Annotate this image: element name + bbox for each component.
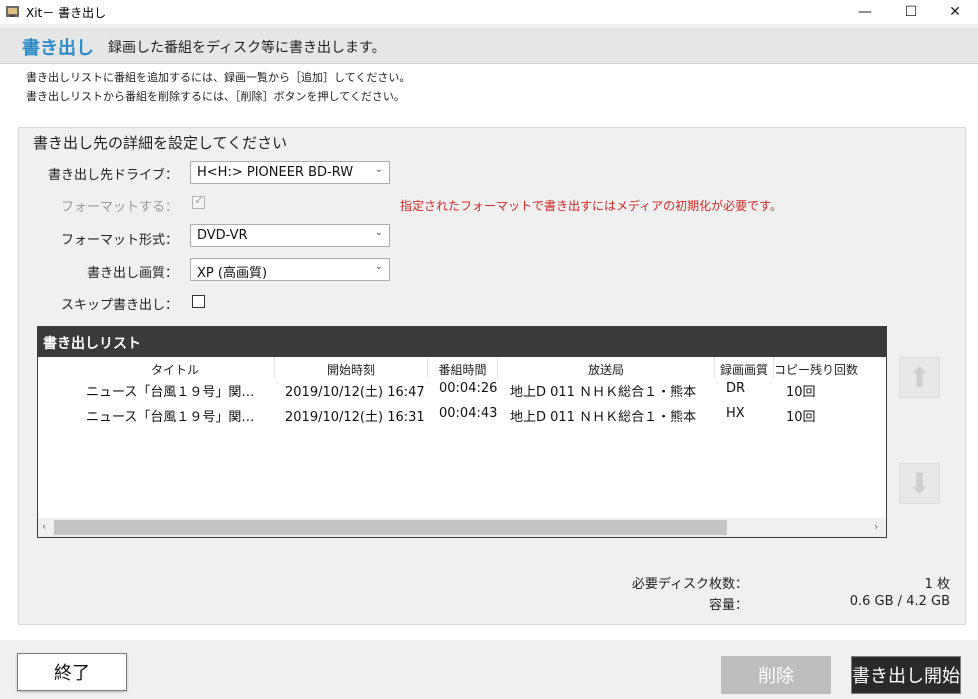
delete-button[interactable]: 削除 xyxy=(721,656,831,694)
format-checkbox[interactable]: ✓ xyxy=(192,193,205,209)
capacity-label: 容量： xyxy=(708,598,748,613)
format-type-label: フォーマット形式： xyxy=(60,233,178,248)
close-window-button[interactable]: ✕ xyxy=(932,0,978,24)
close-icon: ✕ xyxy=(949,4,961,20)
format-type-value: DVD-VR xyxy=(197,228,248,243)
export-list: 書き出しリスト タイトル 開始時刻 番組時間 放送局 録画画質 コピー残り回数 … xyxy=(37,326,887,538)
drive-select-value: H<H:> PIONEER BD-RW xyxy=(197,165,354,180)
page-header: 書き出し 録画した番組をディスク等に書き出します。 xyxy=(0,28,978,64)
app-icon xyxy=(6,6,19,17)
checkmark-icon: ✓ xyxy=(194,193,205,207)
format-warning: 指定されたフォーマットで書き出すにはメディアの初期化が必要です。 xyxy=(400,199,782,213)
minimize-button[interactable]: — xyxy=(842,0,888,24)
row-duration: 00:04:26 xyxy=(439,381,498,396)
format-label: フォーマットする： xyxy=(60,200,178,215)
horizontal-scrollbar[interactable]: ‹ › xyxy=(38,518,886,537)
format-type-select[interactable]: DVD-VR ⌄ xyxy=(190,224,390,247)
skip-label: スキップ書き出し： xyxy=(60,298,178,313)
row-title: ニュース「台風１９号」関… xyxy=(86,385,255,400)
exit-button[interactable]: 終了 xyxy=(17,653,127,691)
column-header-duration[interactable]: 番組時間 xyxy=(428,358,498,378)
settings-section-title: 書き出し先の詳細を設定してください xyxy=(33,134,288,152)
arrow-down-icon: ⬇ xyxy=(907,466,932,500)
skip-checkbox[interactable] xyxy=(192,295,205,308)
export-list-title: 書き出しリスト xyxy=(38,327,886,357)
discs-label: 必要ディスク枚数： xyxy=(631,577,748,592)
page-description: 録画した番組をディスク等に書き出します。 xyxy=(108,40,386,56)
column-header-quality[interactable]: 録画画質 xyxy=(715,358,774,378)
row-title: ニュース「台風１９号」関… xyxy=(86,410,255,425)
arrow-up-icon: ⬆ xyxy=(907,360,932,394)
row-quality: DR xyxy=(726,381,746,396)
minimize-icon: — xyxy=(858,4,872,20)
drive-select[interactable]: H<H:> PIONEER BD-RW ⌄ xyxy=(190,161,390,184)
row-start: 2019/10/12(土) 16:47 xyxy=(285,385,425,400)
row-copies: 10回 xyxy=(786,385,816,400)
chevron-down-icon: ⌄ xyxy=(374,164,383,175)
row-quality: HX xyxy=(726,406,745,421)
scroll-right-icon[interactable]: › xyxy=(874,520,878,533)
maximize-icon: ☐ xyxy=(904,4,918,20)
move-up-button[interactable]: ⬆ xyxy=(899,357,940,398)
start-export-button[interactable]: 書き出し開始 xyxy=(851,656,961,694)
page-title: 書き出し xyxy=(22,38,94,59)
move-down-button[interactable]: ⬇ xyxy=(899,463,940,504)
window-titlebar: Xit－ 書き出し — ☐ ✕ xyxy=(0,0,978,24)
quality-value: XP (高画質) xyxy=(197,266,268,281)
quality-label: 書き出し画質： xyxy=(86,266,178,281)
maximize-button[interactable]: ☐ xyxy=(888,0,934,24)
row-start: 2019/10/12(土) 16:31 xyxy=(285,410,425,425)
column-header-copies[interactable]: コピー残り回数 xyxy=(774,358,858,378)
row-station: 地上D 011 ＮＨＫ総合１・熊本 xyxy=(510,385,697,400)
column-header-station[interactable]: 放送局 xyxy=(498,358,715,378)
instruction-delete: 書き出しリストから番組を削除するには、［削除］ボタンを押してください。 xyxy=(26,90,405,103)
chevron-down-icon: ⌄ xyxy=(374,227,383,238)
row-station: 地上D 011 ＮＨＫ総合１・熊本 xyxy=(510,410,697,425)
instruction-add: 書き出しリストに番組を追加するには、録画一覧から［追加］してください。 xyxy=(26,71,411,84)
row-copies: 10回 xyxy=(786,410,816,425)
column-header-start[interactable]: 開始時刻 xyxy=(275,358,428,378)
quality-select[interactable]: XP (高画質) ⌄ xyxy=(190,258,390,281)
chevron-down-icon: ⌄ xyxy=(374,261,383,272)
discs-value: 1 枚 xyxy=(924,577,950,592)
scroll-left-icon[interactable]: ‹ xyxy=(42,520,46,533)
row-duration: 00:04:43 xyxy=(439,406,498,421)
window-title: Xit－ 書き出し xyxy=(26,6,107,20)
scrollbar-thumb[interactable] xyxy=(54,520,727,535)
capacity-value: 0.6 GB / 4.2 GB xyxy=(849,594,950,609)
column-header-title[interactable]: タイトル xyxy=(76,358,275,378)
drive-label: 書き出し先ドライブ： xyxy=(47,168,178,183)
